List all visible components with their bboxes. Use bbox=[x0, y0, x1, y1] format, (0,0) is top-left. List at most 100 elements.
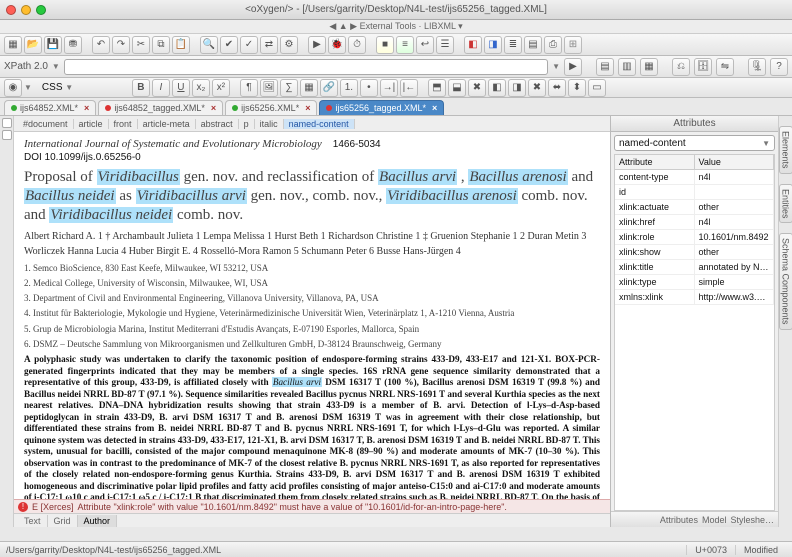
execute-xpath-icon[interactable]: ▶ bbox=[564, 58, 582, 76]
named-content[interactable]: Viridibacillus neidei bbox=[49, 207, 173, 223]
indent-icon[interactable]: →| bbox=[380, 79, 398, 97]
attr-value[interactable] bbox=[695, 185, 775, 199]
tracked-icon[interactable]: ◉ bbox=[4, 79, 22, 97]
bold-icon[interactable]: B bbox=[132, 79, 150, 97]
archive-icon[interactable]: 🗜 bbox=[748, 58, 766, 76]
panel-tab[interactable]: Attributes bbox=[660, 515, 698, 525]
svn-icon[interactable]: ⎌ bbox=[672, 58, 690, 76]
undo-icon[interactable]: ↶ bbox=[92, 36, 110, 54]
perspective-xquery-icon[interactable]: ▦ bbox=[640, 58, 658, 76]
mode-tab-grid[interactable]: Grid bbox=[48, 515, 78, 527]
panel-tab[interactable]: Styleshe… bbox=[730, 515, 774, 525]
open-file-icon[interactable]: 📂 bbox=[24, 36, 42, 54]
tool-d-icon[interactable]: ▤ bbox=[524, 36, 542, 54]
attr-value[interactable]: annotated by Names … bbox=[695, 260, 775, 274]
split-icon[interactable]: ⬍ bbox=[568, 79, 586, 97]
css-selector[interactable]: CSS ▼ bbox=[42, 82, 122, 93]
xpath-input[interactable] bbox=[64, 59, 548, 75]
breadcrumb-seg[interactable]: article-meta bbox=[138, 119, 196, 129]
attr-value[interactable]: n4l bbox=[695, 215, 775, 229]
breadcrumb-seg[interactable]: #document bbox=[18, 119, 74, 129]
frame-icon[interactable]: ▭ bbox=[588, 79, 606, 97]
help-icon[interactable]: ? bbox=[770, 58, 788, 76]
attribute-row[interactable]: content-typen4l bbox=[615, 170, 774, 185]
named-content[interactable]: Bacillus neidei bbox=[24, 188, 116, 204]
tracked-dropdown-icon[interactable]: ▼ bbox=[24, 83, 32, 92]
tool-a-icon[interactable]: ◧ bbox=[464, 36, 482, 54]
breadcrumb-seg[interactable]: italic bbox=[255, 119, 284, 129]
save-all-icon[interactable]: ⛃ bbox=[64, 36, 82, 54]
redo-icon[interactable]: ↷ bbox=[112, 36, 130, 54]
attr-value[interactable]: http://www.w3.org/19… bbox=[695, 290, 775, 304]
named-content[interactable]: Bacillus arvi bbox=[378, 169, 457, 185]
compare-icon[interactable]: ⇋ bbox=[716, 58, 734, 76]
col-attr[interactable]: Attribute bbox=[615, 155, 695, 169]
breadcrumb-seg[interactable]: abstract bbox=[196, 119, 239, 129]
underline-icon[interactable]: U bbox=[172, 79, 190, 97]
attribute-row[interactable]: id bbox=[615, 185, 774, 200]
tool-b-icon[interactable]: ◨ bbox=[484, 36, 502, 54]
attribute-row[interactable]: xlink:typesimple bbox=[615, 275, 774, 290]
insert-eq-icon[interactable]: ∑ bbox=[280, 79, 298, 97]
editor-tab[interactable]: ijs64852_tagged.XML* × bbox=[98, 100, 223, 115]
breadcrumb-seg[interactable]: p bbox=[239, 119, 255, 129]
attributes-element-selector[interactable]: named-content ▼ bbox=[614, 135, 775, 151]
insert-para-icon[interactable]: ¶ bbox=[240, 79, 258, 97]
tree-icon[interactable]: ☰ bbox=[436, 36, 454, 54]
configure-icon[interactable]: ⚙ bbox=[280, 36, 298, 54]
attr-value[interactable]: 10.1601/nm.8492 bbox=[695, 230, 775, 244]
new-file-icon[interactable]: ▦ bbox=[4, 36, 22, 54]
attribute-row[interactable]: xlink:showother bbox=[615, 245, 774, 260]
editor-tab[interactable]: ijs64852.XML* × bbox=[4, 100, 96, 115]
wellformed-icon[interactable]: ✓ bbox=[240, 36, 258, 54]
minimize-window-button[interactable] bbox=[21, 5, 31, 15]
attr-value[interactable]: n4l bbox=[695, 170, 775, 184]
save-file-icon[interactable]: 💾 bbox=[44, 36, 62, 54]
breadcrumb-seg[interactable]: article bbox=[74, 119, 109, 129]
named-content[interactable]: Viridibacillus arenosi bbox=[386, 188, 518, 204]
named-content[interactable]: Viridibacillus bbox=[97, 169, 180, 185]
perspective-xslt-icon[interactable]: ▥ bbox=[618, 58, 636, 76]
attribute-row[interactable]: xmlns:xlinkhttp://www.w3.org/19… bbox=[615, 290, 774, 305]
insert-table-icon[interactable]: ▦ bbox=[300, 79, 318, 97]
col-val[interactable]: Value bbox=[695, 155, 775, 169]
fold-icon[interactable] bbox=[2, 130, 12, 140]
breadcrumb-seg[interactable]: front bbox=[109, 119, 138, 129]
attributes-table[interactable]: Attribute Value content-typen4lidxlink:a… bbox=[614, 154, 775, 511]
close-tab-icon[interactable]: × bbox=[211, 103, 216, 113]
editor-tab[interactable]: ijs65256.XML* × bbox=[225, 100, 317, 115]
attribute-row[interactable]: xlink:titleannotated by Names … bbox=[615, 260, 774, 275]
attribute-row[interactable]: xlink:actuateother bbox=[615, 200, 774, 215]
close-tab-icon[interactable]: × bbox=[84, 103, 89, 113]
attr-value[interactable]: other bbox=[695, 245, 775, 259]
zoom-window-button[interactable] bbox=[36, 5, 46, 15]
error-bar[interactable]: ! E [Xerces] Attribute "xlink:role" with… bbox=[14, 499, 610, 513]
named-content[interactable]: Viridibacillus arvi bbox=[136, 188, 247, 204]
attribute-row[interactable]: xlink:role10.1601/nm.8492 bbox=[615, 230, 774, 245]
copy-icon[interactable]: ⧉ bbox=[152, 36, 170, 54]
document-area[interactable]: International Journal of Systematic and … bbox=[14, 132, 610, 499]
close-window-button[interactable] bbox=[6, 5, 16, 15]
mode-tab-text[interactable]: Text bbox=[18, 515, 48, 527]
close-tab-icon[interactable]: × bbox=[432, 103, 437, 113]
sup-icon[interactable]: x² bbox=[212, 79, 230, 97]
paste-icon[interactable]: 📋 bbox=[172, 36, 190, 54]
menu-hint[interactable]: ◀ ▲ ▶ External Tools · LIBXML ▾ bbox=[329, 21, 462, 32]
run-icon[interactable]: ▶ bbox=[308, 36, 326, 54]
sub-icon[interactable]: x₂ bbox=[192, 79, 210, 97]
xpath-dropdown-icon[interactable]: ▼ bbox=[52, 62, 60, 71]
named-content[interactable]: Bacillus arenosi bbox=[468, 169, 567, 185]
col-before-icon[interactable]: ◧ bbox=[488, 79, 506, 97]
breadcrumb[interactable]: #document article front article-meta abs… bbox=[14, 116, 610, 132]
del-row-icon[interactable]: ✖ bbox=[468, 79, 486, 97]
highlight-icon[interactable]: ■ bbox=[376, 36, 394, 54]
breadcrumb-seg-current[interactable]: named-content bbox=[284, 119, 355, 129]
mode-tab-author[interactable]: Author bbox=[78, 515, 118, 527]
named-content[interactable]: Bacillus arvi bbox=[272, 377, 322, 387]
db-icon[interactable]: 🗄 bbox=[694, 58, 712, 76]
side-tab-elements[interactable]: Elements bbox=[779, 126, 792, 174]
perspective-xml-icon[interactable]: ▤ bbox=[596, 58, 614, 76]
ul-icon[interactable]: • bbox=[360, 79, 378, 97]
validate-icon[interactable]: ✔ bbox=[220, 36, 238, 54]
italic-icon[interactable]: I bbox=[152, 79, 170, 97]
